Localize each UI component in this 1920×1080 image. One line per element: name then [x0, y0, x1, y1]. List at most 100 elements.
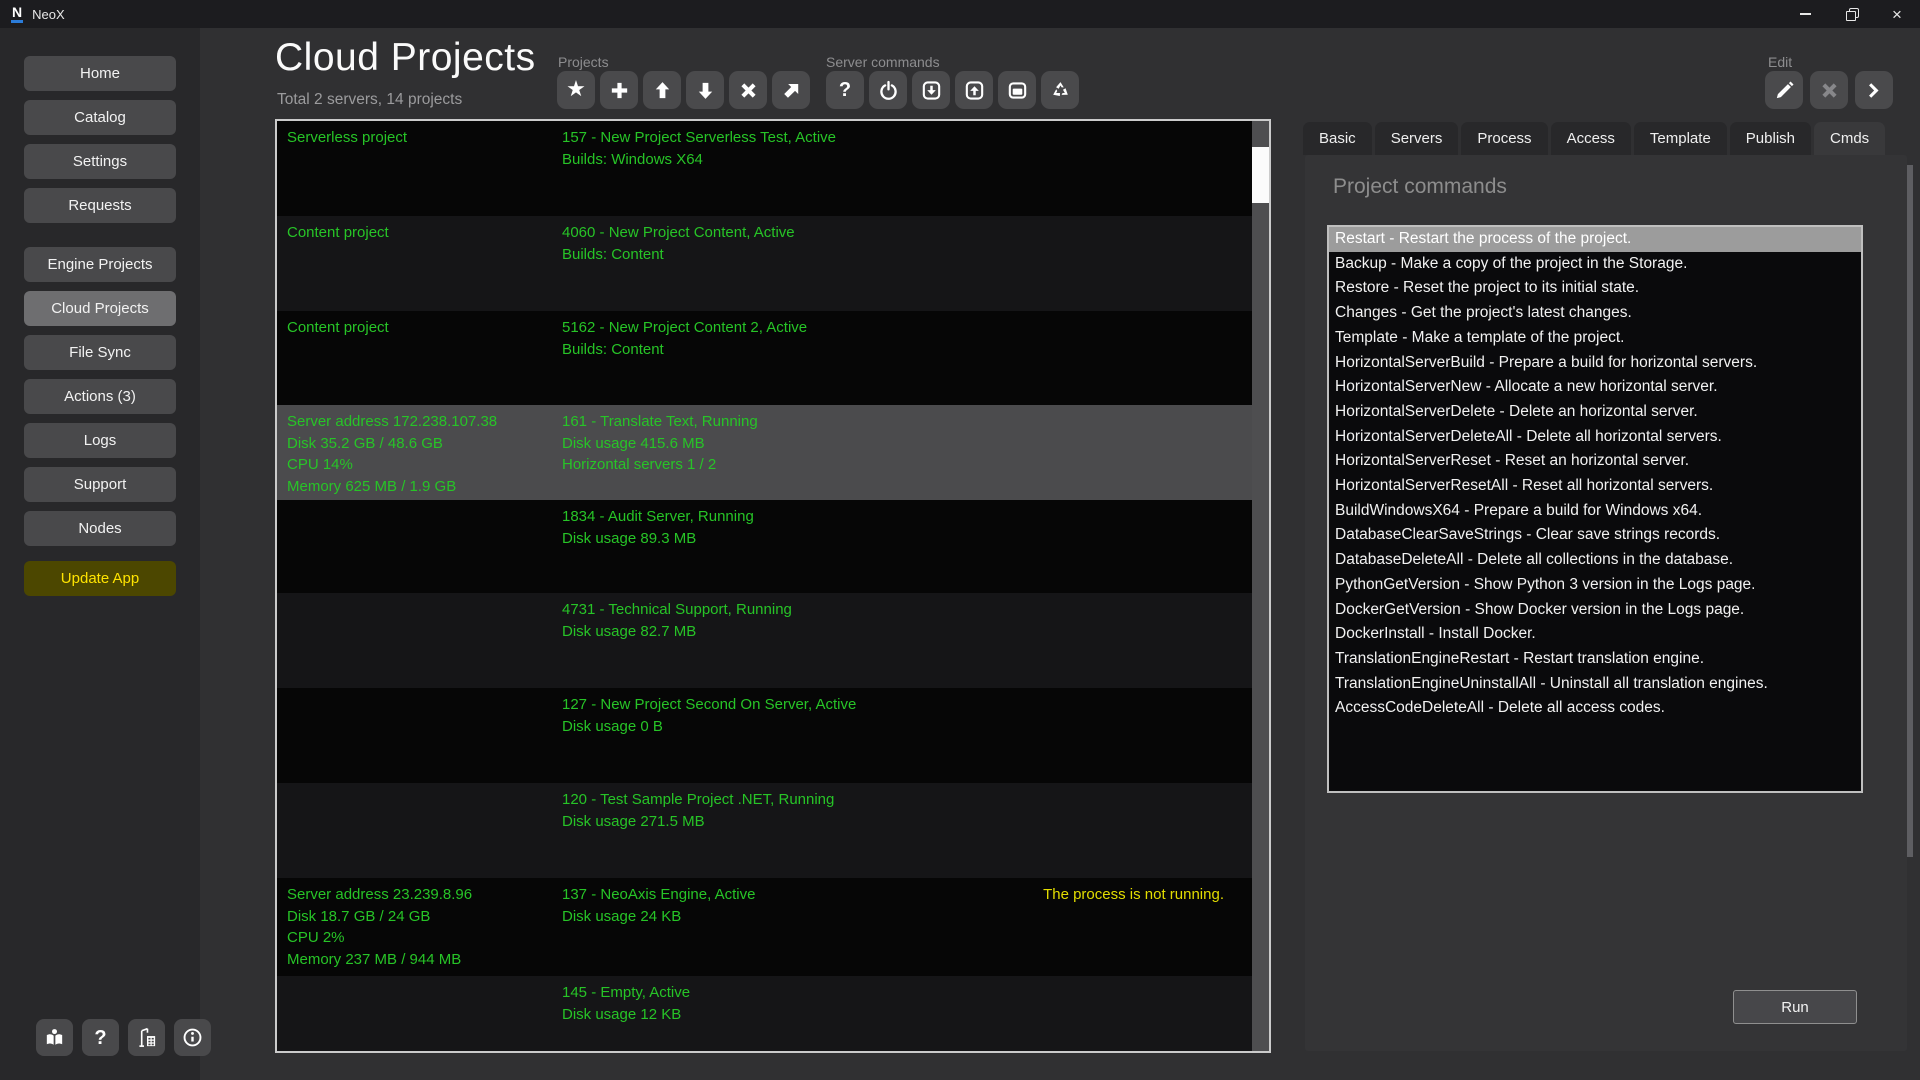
pencil-button[interactable]: [1765, 71, 1803, 109]
help-button[interactable]: ?: [82, 1019, 119, 1056]
command-item[interactable]: AccessCodeDeleteAll - Delete all access …: [1329, 696, 1861, 721]
project-row[interactable]: 127 - New Project Second On Server, Acti…: [277, 688, 1252, 783]
construction-button[interactable]: [128, 1019, 165, 1056]
command-item[interactable]: BuildWindowsX64 - Prepare a build for Wi…: [1329, 499, 1861, 524]
server-commands-toolbar-label: Server commands: [826, 54, 940, 70]
chevron-right-icon: [1863, 79, 1886, 102]
project-info: 127 - New Project Second On Server, Acti…: [562, 694, 1042, 783]
minimize-button[interactable]: [1782, 0, 1828, 28]
command-item[interactable]: Restart - Restart the process of the pro…: [1329, 227, 1861, 252]
command-item[interactable]: DockerGetVersion - Show Docker version i…: [1329, 598, 1861, 623]
command-item[interactable]: DatabaseClearSaveStrings - Clear save st…: [1329, 523, 1861, 548]
project-server-info: Server address 172.238.107.38Disk 35.2 G…: [287, 411, 562, 500]
command-item[interactable]: HorizontalServerNew - Allocate a new hor…: [1329, 375, 1861, 400]
sidebar-item-nodes[interactable]: Nodes: [24, 511, 176, 546]
project-row[interactable]: Server address 172.238.107.38Disk 35.2 G…: [277, 405, 1252, 500]
command-item[interactable]: Restore - Reset the project to its initi…: [1329, 276, 1861, 301]
sidebar-item-support[interactable]: Support: [24, 467, 176, 502]
star-button[interactable]: ★: [557, 71, 595, 109]
power-button[interactable]: [869, 71, 907, 109]
recycle-button[interactable]: [1041, 71, 1079, 109]
project-row[interactable]: Serverless project157 - New Project Serv…: [277, 121, 1252, 216]
sidebar-item-settings[interactable]: Settings: [24, 144, 176, 179]
project-row[interactable]: Content project5162 - New Project Conten…: [277, 311, 1252, 405]
window-controls: ×: [1782, 0, 1920, 28]
question-icon: ?: [839, 80, 851, 100]
command-item[interactable]: HorizontalServerReset - Reset an horizon…: [1329, 449, 1861, 474]
command-item[interactable]: TranslationEngineRestart - Restart trans…: [1329, 647, 1861, 672]
sidebar-item-logs[interactable]: Logs: [24, 423, 176, 458]
project-row[interactable]: 145 - Empty, ActiveDisk usage 12 KB: [277, 976, 1252, 1051]
command-item[interactable]: HorizontalServerResetAll - Reset all hor…: [1329, 474, 1861, 499]
command-item[interactable]: Changes - Get the project's latest chang…: [1329, 301, 1861, 326]
recycle-icon: [1049, 79, 1072, 102]
arrow-up-right-icon: [780, 79, 803, 102]
command-item[interactable]: DockerInstall - Install Docker.: [1329, 622, 1861, 647]
project-row[interactable]: 1834 - Audit Server, RunningDisk usage 8…: [277, 500, 1252, 593]
tab-cmds[interactable]: Cmds: [1814, 122, 1885, 155]
project-server-info: [287, 789, 562, 878]
project-row[interactable]: 120 - Test Sample Project .NET, RunningD…: [277, 783, 1252, 878]
arrow-down-icon: [694, 79, 717, 102]
command-item[interactable]: PythonGetVersion - Show Python 3 version…: [1329, 573, 1861, 598]
project-info: 145 - Empty, ActiveDisk usage 12 KB: [562, 982, 1042, 1051]
command-item[interactable]: Backup - Make a copy of the project in t…: [1329, 252, 1861, 277]
box-down-button[interactable]: [912, 71, 950, 109]
close-button[interactable]: ×: [1874, 0, 1920, 28]
project-info: 5162 - New Project Content 2, ActiveBuil…: [562, 317, 1042, 405]
project-list-scrollbar-thumb[interactable]: [1252, 147, 1269, 203]
projects-toolbar-label: Projects: [558, 54, 609, 70]
restore-button[interactable]: [1828, 0, 1874, 28]
box-up-button[interactable]: [955, 71, 993, 109]
plus-button[interactable]: [600, 71, 638, 109]
server-commands-toolbar: ?: [826, 71, 1079, 109]
window-button[interactable]: [998, 71, 1036, 109]
sidebar-item-cloud-projects[interactable]: Cloud Projects: [24, 291, 176, 326]
sidebar-item-engine-projects[interactable]: Engine Projects: [24, 247, 176, 282]
tab-template[interactable]: Template: [1634, 122, 1727, 155]
update-app-button[interactable]: Update App: [24, 561, 176, 596]
tab-publish[interactable]: Publish: [1730, 122, 1811, 155]
tab-basic[interactable]: Basic: [1303, 122, 1372, 155]
tab-process[interactable]: Process: [1461, 122, 1547, 155]
reader-button[interactable]: [36, 1019, 73, 1056]
project-row[interactable]: Content project4060 - New Project Conten…: [277, 216, 1252, 311]
minimize-icon: [1800, 13, 1811, 15]
panel-scrollbar[interactable]: [1907, 165, 1913, 857]
sidebar-item-actions-3[interactable]: Actions (3): [24, 379, 176, 414]
page-subtitle: Total 2 servers, 14 projects: [277, 91, 462, 109]
sidebar-item-home[interactable]: Home: [24, 56, 176, 91]
question-button[interactable]: ?: [826, 71, 864, 109]
command-item[interactable]: TranslationEngineUninstallAll - Uninstal…: [1329, 672, 1861, 697]
project-server-info: [287, 982, 562, 1051]
command-item[interactable]: DatabaseDeleteAll - Delete all collectio…: [1329, 548, 1861, 573]
arrow-up-right-button[interactable]: [772, 71, 810, 109]
sidebar-item-catalog[interactable]: Catalog: [24, 100, 176, 135]
project-status-warning: [1042, 982, 1224, 1051]
command-item[interactable]: HorizontalServerBuild - Prepare a build …: [1329, 351, 1861, 376]
arrow-down-button[interactable]: [686, 71, 724, 109]
project-status-warning: [1042, 222, 1224, 311]
main-content: Cloud Projects Total 2 servers, 14 proje…: [200, 28, 1920, 1080]
restore-icon: [1846, 9, 1857, 20]
project-row[interactable]: 4731 - Technical Support, RunningDisk us…: [277, 593, 1252, 688]
run-button[interactable]: Run: [1733, 990, 1857, 1024]
app-title: NeoX: [32, 7, 65, 22]
cross-button[interactable]: [729, 71, 767, 109]
command-item[interactable]: HorizontalServerDelete - Delete an horiz…: [1329, 400, 1861, 425]
command-item[interactable]: Template - Make a template of the projec…: [1329, 326, 1861, 351]
sidebar-item-file-sync[interactable]: File Sync: [24, 335, 176, 370]
project-row[interactable]: Server address 23.239.8.96Disk 18.7 GB /…: [277, 878, 1252, 976]
arrow-up-button[interactable]: [643, 71, 681, 109]
box-down-icon: [920, 79, 943, 102]
project-list-scrollbar[interactable]: [1252, 121, 1269, 1051]
project-info: 157 - New Project Serverless Test, Activ…: [562, 127, 1042, 216]
tab-servers[interactable]: Servers: [1375, 122, 1459, 155]
sidebar-item-requests[interactable]: Requests: [24, 188, 176, 223]
project-server-info: [287, 694, 562, 783]
tab-access[interactable]: Access: [1551, 122, 1631, 155]
command-item[interactable]: HorizontalServerDeleteAll - Delete all h…: [1329, 425, 1861, 450]
chevron-right-button[interactable]: [1855, 71, 1893, 109]
commands-list: Restart - Restart the process of the pro…: [1327, 225, 1863, 793]
project-server-info: [287, 506, 562, 593]
